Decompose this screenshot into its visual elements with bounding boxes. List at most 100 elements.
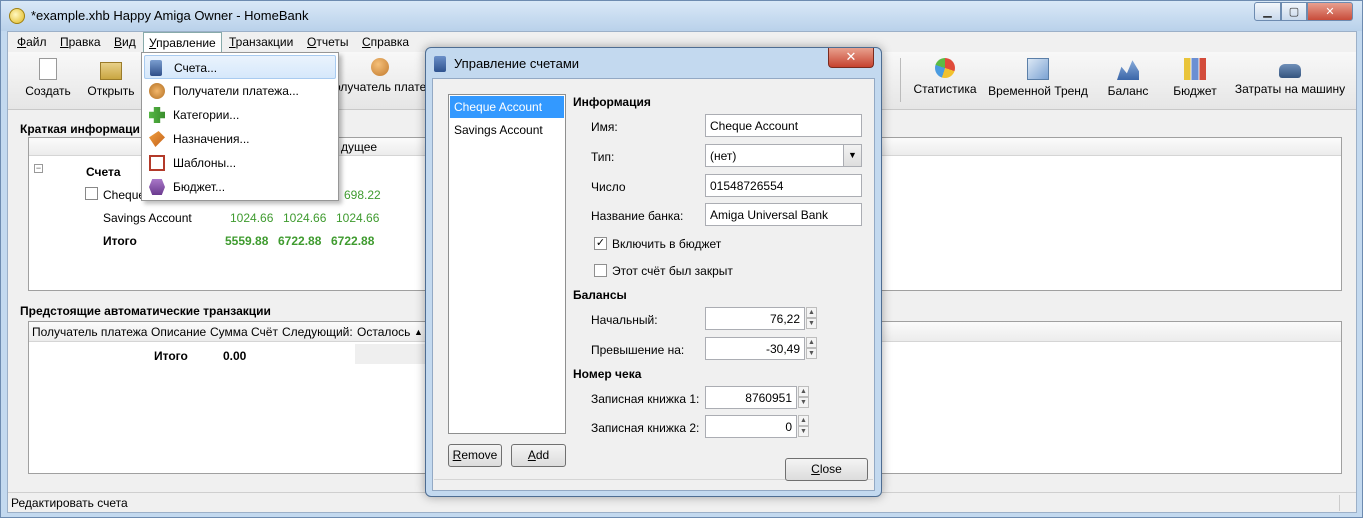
menu-edit[interactable]: Правка (60, 35, 101, 49)
menu-item-categories[interactable]: Категории... (144, 103, 336, 127)
accounts-group-label: Счета (86, 165, 121, 179)
close-window-button[interactable]: ✕ (1307, 2, 1353, 21)
bank-name-field[interactable]: Amiga Universal Bank (705, 203, 862, 226)
number-label: Число (591, 180, 626, 194)
initial-balance-field[interactable]: 76,22 (705, 307, 805, 330)
remove-button[interactable]: Remove (448, 444, 502, 467)
budget-checkbox[interactable]: ✓ (594, 237, 607, 250)
menu-reports[interactable]: Отчеты (307, 35, 349, 49)
overdraft-spinner[interactable]: ▲ ▼ (806, 337, 817, 360)
dialog-close-icon[interactable]: ✕ (828, 48, 874, 68)
trend-chart-icon (1027, 58, 1049, 80)
total-future: 6722.88 (331, 234, 375, 248)
categories-icon (149, 107, 165, 123)
account-row-bank: 1024.66 (230, 211, 274, 225)
account-list[interactable]: Cheque Account Savings Account (448, 94, 566, 434)
account-row-name[interactable]: Cheque (103, 188, 145, 202)
car-cost-button[interactable]: Затраты на машину (1232, 56, 1348, 106)
car-icon (1279, 64, 1301, 78)
col-remaining[interactable]: Осталось (357, 325, 410, 339)
menu-view[interactable]: Вид (114, 35, 136, 49)
pie-chart-icon (935, 58, 955, 78)
scheduled-total-label: Итого (154, 349, 188, 363)
status-text: Редактировать счета (11, 496, 128, 510)
window-title: *example.xhb Happy Amiga Owner - HomeBan… (31, 8, 309, 23)
type-select[interactable]: (нет) ▼ (705, 144, 862, 167)
cheque-book1-label: Записная книжка 1: (591, 392, 700, 406)
accounts-icon (150, 60, 162, 76)
menu-manage[interactable]: Управление (143, 32, 222, 52)
info-section-title: Информация (573, 95, 651, 109)
close-button[interactable]: Close (785, 458, 868, 481)
toolbar-separator (900, 58, 901, 102)
payees-button[interactable]: олучатель плате (334, 56, 426, 106)
budget-chart-icon (1184, 58, 1206, 80)
overdraft-label: Превышение на: (591, 343, 685, 357)
budget-checkbox-label: Включить в бюджет (612, 237, 722, 251)
cheque-book2-spinner[interactable]: ▲ ▼ (798, 415, 809, 438)
balances-section-title: Балансы (573, 288, 627, 302)
chevron-down-icon[interactable]: ▼ (843, 145, 861, 166)
col-amount[interactable]: Сумма (210, 325, 248, 339)
name-field[interactable]: Cheque Account (705, 114, 862, 137)
menu-transactions[interactable]: Транзакции (229, 35, 293, 49)
balance-chart-icon (1117, 60, 1139, 80)
menu-item-accounts[interactable]: Счета... (144, 55, 336, 79)
sort-up-icon: ▲ (414, 327, 423, 337)
new-file-icon (39, 58, 57, 80)
manage-dropdown-menu: Счета... Получатели платежа... Категории… (141, 52, 339, 201)
create-button[interactable]: Создать (18, 56, 78, 106)
col-account[interactable]: Счёт (251, 325, 278, 339)
col-description[interactable]: Описание (151, 325, 206, 339)
payee-icon (371, 58, 389, 76)
menu-item-budget[interactable]: Бюджет... (144, 175, 336, 199)
payees-icon (149, 83, 165, 99)
cheque-section-title: Номер чека (573, 367, 642, 381)
scheduled-total-value: 0.00 (223, 349, 247, 363)
balance-button[interactable]: Баланс (1100, 56, 1156, 106)
cheque-book2-field[interactable]: 0 (705, 415, 797, 438)
budget-icon (149, 179, 165, 195)
dialog-accounts-icon (434, 56, 446, 72)
minimize-button[interactable]: ▁ (1254, 2, 1281, 21)
cheque-book1-field[interactable]: 8760951 (705, 386, 797, 409)
open-folder-icon (100, 62, 122, 80)
account-row-name[interactable]: Savings Account (103, 211, 192, 225)
edit-account-icon (85, 187, 98, 200)
menu-item-payees[interactable]: Получатели платежа... (144, 79, 336, 103)
templates-icon (149, 155, 165, 171)
menu-help[interactable]: Справка (362, 35, 409, 49)
account-row-future: 1024.66 (336, 211, 380, 225)
initial-balance-label: Начальный: (591, 313, 658, 327)
total-label: Итого (103, 234, 137, 248)
collapse-toggle[interactable]: − (34, 164, 43, 173)
add-button[interactable]: Add (511, 444, 566, 467)
cheque-book1-spinner[interactable]: ▲ ▼ (798, 386, 809, 409)
menu-item-templates[interactable]: Шаблоны... (144, 151, 336, 175)
title-bar[interactable]: *example.xhb Happy Amiga Owner - HomeBan… (1, 1, 1362, 31)
col-next[interactable]: Следующий: (282, 325, 353, 339)
initial-balance-spinner[interactable]: ▲ ▼ (806, 307, 817, 330)
dialog-title: Управление счетами (454, 56, 580, 71)
statistics-button[interactable]: Статистика (910, 56, 980, 106)
total-bank: 5559.88 (225, 234, 269, 248)
number-field[interactable]: 01548726554 (705, 174, 862, 197)
col-future: дущее (341, 140, 378, 154)
bank-name-label: Название банка: (591, 209, 684, 223)
dialog-title-bar[interactable]: Управление счетами ✕ (426, 48, 881, 78)
account-list-item[interactable]: Savings Account (450, 119, 564, 141)
open-button[interactable]: Открыть (82, 56, 140, 106)
homebank-app-icon (9, 8, 25, 24)
budget-button[interactable]: Бюджет (1166, 56, 1224, 106)
closed-checkbox[interactable] (594, 264, 607, 277)
maximize-button[interactable]: ▢ (1281, 2, 1307, 21)
col-payee[interactable]: Получатель платежа (32, 325, 147, 339)
trend-button[interactable]: Временной Тренд (984, 56, 1092, 106)
cheque-book2-label: Записная книжка 2: (591, 421, 700, 435)
overdraft-field[interactable]: -30,49 (705, 337, 805, 360)
main-window: *example.xhb Happy Amiga Owner - HomeBan… (0, 0, 1363, 518)
account-list-item[interactable]: Cheque Account (450, 96, 564, 118)
menu-file[interactable]: Файл (17, 35, 47, 49)
total-today: 6722.88 (278, 234, 322, 248)
menu-item-assignments[interactable]: Назначения... (144, 127, 336, 151)
